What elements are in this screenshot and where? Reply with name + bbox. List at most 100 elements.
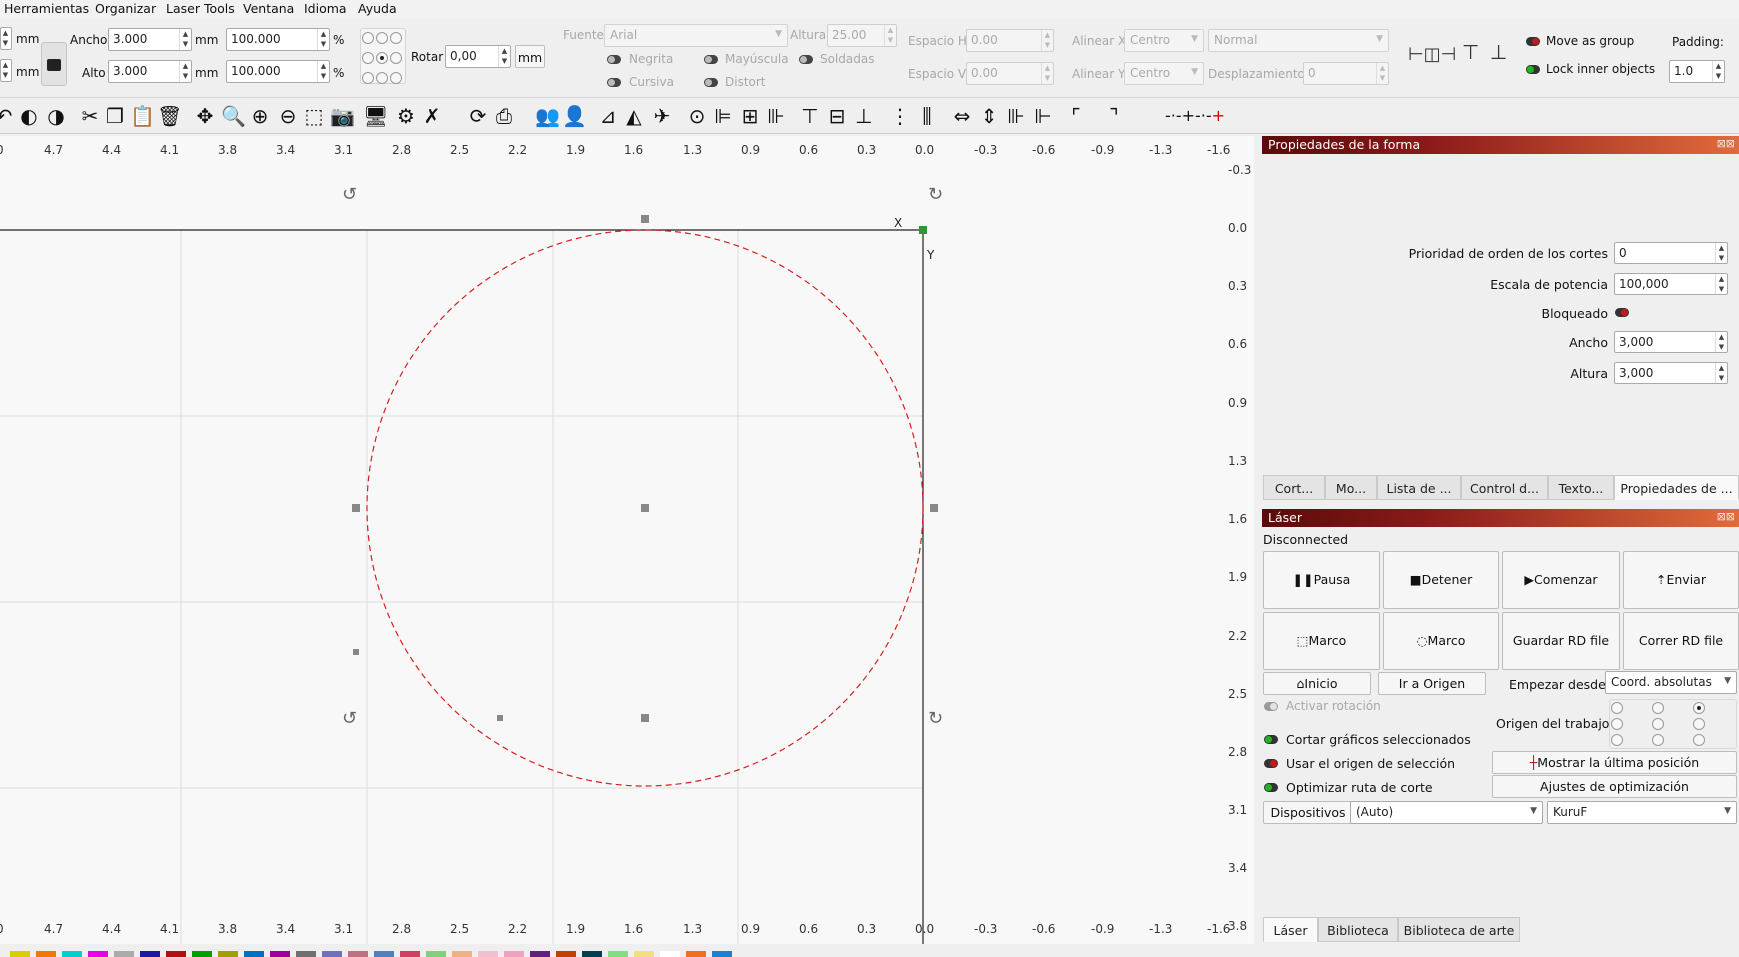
pausa-button[interactable]: ❚❚Pausa [1263, 551, 1380, 609]
empezar-desde-select[interactable]: Coord. absolutas ▼ [1605, 671, 1737, 694]
align-right-icon[interactable]: ⊪ [764, 104, 788, 128]
alto-input[interactable]: 3.000 ▲ ▼ [108, 60, 192, 83]
align-center-icon[interactable]: ⊞ [738, 104, 762, 128]
guardar-rd-button[interactable]: Guardar RD file [1502, 612, 1620, 670]
zoom-in-icon[interactable]: ⊕ [248, 104, 272, 128]
pos-x-stepper[interactable]: ▲ ▼ [0, 27, 12, 50]
distort-toggle[interactable] [704, 78, 718, 87]
palette-swatch[interactable] [686, 951, 706, 957]
move-as-group-toggle[interactable] [1526, 37, 1540, 46]
origin-radio[interactable] [1652, 702, 1664, 714]
origin-radio[interactable] [1693, 734, 1705, 746]
align-left-icon[interactable]: ⊫ [711, 104, 735, 128]
origin-radio[interactable] [1693, 718, 1705, 730]
comenzar-button[interactable]: ▶Comenzar [1502, 551, 1620, 609]
dispositivos-button[interactable]: Dispositivos [1263, 801, 1353, 824]
redo-circle-icon[interactable]: ◑ [44, 104, 68, 128]
prioridad-input[interactable]: 0 ▲ ▼ [1614, 242, 1728, 264]
path-dashed-icon[interactable]: -·-+-·-+ [1160, 104, 1230, 128]
espacio-h-input[interactable]: 0.00 ▲ ▼ [966, 29, 1054, 52]
escala-input[interactable]: 100,000 ▲ ▼ [1614, 273, 1728, 295]
tab-texto[interactable]: Texto... [1548, 475, 1614, 500]
anchor-radio[interactable] [376, 32, 388, 44]
origin-radio[interactable] [1652, 718, 1664, 730]
resize-handle-bottom[interactable] [641, 714, 649, 722]
settings-icon[interactable]: ⚙ [394, 104, 418, 128]
corner-icon[interactable]: ⌜ [1064, 104, 1088, 128]
tab-biblioteca[interactable]: Biblioteca [1318, 917, 1398, 942]
distribute-icon[interactable]: ⋮ [888, 104, 912, 128]
anchor-radio-center[interactable] [376, 52, 388, 64]
rotate-handle-icon[interactable]: ↺ [342, 710, 357, 728]
palette-swatch[interactable] [140, 951, 160, 957]
align-bottom-icon[interactable]: ⊥ [1490, 40, 1507, 64]
palette-swatch[interactable] [244, 951, 264, 957]
ancho-prop-input[interactable]: 3,000 ▲ ▼ [1614, 331, 1728, 353]
palette-swatch[interactable] [504, 951, 524, 957]
palette-swatch[interactable] [608, 951, 628, 957]
rotar-unit-button[interactable]: mm [515, 45, 545, 68]
print-icon[interactable]: ⎙ [492, 104, 516, 128]
bloqueado-toggle[interactable] [1615, 308, 1629, 317]
align-vertical-icon[interactable]: ⊤ [1462, 40, 1479, 64]
close-icon[interactable]: ⊠⊠ [1717, 137, 1735, 150]
undo-icon[interactable]: ↶ [0, 104, 16, 128]
ajustes-optimizacion-button[interactable]: Ajustes de optimización [1492, 775, 1737, 798]
columns-icon[interactable]: ⊪ [1004, 104, 1028, 128]
enviar-button[interactable]: ⇡Enviar [1623, 551, 1739, 609]
align-top-icon[interactable]: ⊤ [798, 104, 822, 128]
anchor-radio[interactable] [390, 32, 402, 44]
align-horizontal-icon[interactable]: ⊢◫⊣ [1408, 44, 1456, 65]
tools-icon[interactable]: ✗ [420, 104, 444, 128]
anchor-radio[interactable] [362, 52, 374, 64]
space-h-icon[interactable]: ⇔ [950, 104, 974, 128]
cortar-graficos-toggle[interactable] [1264, 735, 1278, 744]
palette-swatch[interactable] [348, 951, 368, 957]
cursiva-toggle[interactable] [607, 78, 621, 87]
espacio-v-input[interactable]: 0.00 ▲ ▼ [966, 62, 1054, 85]
palette-swatch[interactable] [296, 951, 316, 957]
altura-prop-input[interactable]: 3,000 ▲ ▼ [1614, 362, 1728, 384]
rotate-handle-icon[interactable]: ↻ [928, 710, 943, 728]
zoom-fit-icon[interactable]: 🔍 [221, 104, 246, 128]
flip-icon[interactable]: ⊿ [596, 104, 620, 128]
align-middle-icon[interactable]: ⊟ [825, 104, 849, 128]
center-handle[interactable] [641, 504, 649, 512]
anchor-radio[interactable] [376, 72, 388, 84]
activar-rotacion-toggle[interactable] [1264, 702, 1278, 711]
resize-handle-right[interactable] [930, 504, 938, 512]
palette-swatch[interactable] [582, 951, 602, 957]
palette-swatch[interactable] [10, 951, 30, 957]
detener-button[interactable]: ■Detener [1383, 551, 1499, 609]
palette-swatch[interactable] [192, 951, 212, 957]
palette-swatch[interactable] [660, 951, 680, 957]
font-select[interactable]: Arial ▼ [604, 24, 788, 47]
text-mode-select[interactable]: Normal ▼ [1208, 29, 1389, 52]
alinear-y-select[interactable]: Centro ▼ [1124, 62, 1204, 85]
negrita-toggle[interactable] [607, 55, 621, 64]
step-icon[interactable]: ⌝ [1102, 104, 1126, 128]
menu-ayuda[interactable]: Ayuda [358, 1, 397, 16]
anchor-radio[interactable] [362, 72, 374, 84]
ir-origen-button[interactable]: Ir a Origen [1378, 672, 1486, 695]
menu-organizar[interactable]: Organizar [95, 1, 156, 16]
usar-origen-toggle[interactable] [1264, 759, 1278, 768]
marco-rect-button[interactable]: ⬚Marco [1263, 612, 1380, 670]
user-icon[interactable]: 👤 [562, 104, 587, 128]
origin-radio[interactable] [1611, 702, 1623, 714]
palette-swatch[interactable] [270, 951, 290, 957]
origin-radio[interactable] [1611, 734, 1623, 746]
anchor-radio[interactable] [362, 32, 374, 44]
close-icon[interactable]: ⊠⊠ [1717, 510, 1735, 523]
menu-idioma[interactable]: Idioma [304, 1, 347, 16]
cut-icon[interactable]: ✂ [78, 104, 102, 128]
tab-lista[interactable]: Lista de ... [1377, 475, 1461, 500]
resize-handle-top[interactable] [641, 215, 649, 223]
menu-ventana[interactable]: Ventana [243, 1, 294, 16]
optimizar-toggle[interactable] [1264, 783, 1278, 792]
select-rect-icon[interactable]: ⬚ [302, 104, 326, 128]
tab-biblioteca-arte[interactable]: Biblioteca de arte [1398, 917, 1520, 942]
device-select[interactable]: KuruF ▼ [1547, 801, 1737, 824]
same-width-icon[interactable]: ⫼ [915, 104, 939, 128]
palette-swatch[interactable] [452, 951, 472, 957]
